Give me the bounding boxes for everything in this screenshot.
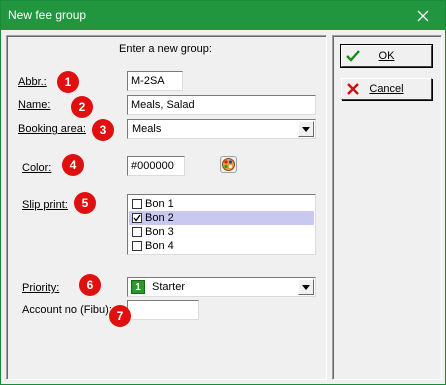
checkbox[interactable]	[132, 227, 142, 237]
callout-badge-1: 1	[57, 71, 79, 93]
checkmark-icon	[133, 214, 141, 222]
checkbox-checked[interactable]	[132, 213, 142, 223]
name-label: Name:	[18, 99, 51, 111]
abbr-input[interactable]: M-2SA	[127, 71, 183, 91]
title-bar: New fee group	[1, 1, 445, 30]
window-title: New fee group	[8, 8, 87, 22]
callout-badge-4: 4	[62, 154, 84, 176]
close-icon	[417, 10, 429, 21]
dropdown-arrow-icon[interactable]	[298, 121, 314, 137]
form-heading: Enter a new group:	[119, 43, 212, 55]
name-input[interactable]: Meals, Salad	[127, 95, 316, 115]
priority-select[interactable]: 1 Starter	[127, 277, 316, 297]
list-item[interactable]: Bon 3	[129, 225, 314, 239]
callout-badge-2: 2	[71, 96, 93, 118]
booking-area-value: Meals	[132, 123, 162, 135]
list-item[interactable]: Bon 2	[129, 211, 314, 225]
booking-area-label: Booking area:	[18, 123, 86, 135]
priority-level-icon: 1	[131, 280, 145, 294]
checkbox[interactable]	[132, 199, 142, 209]
callout-badge-6: 6	[79, 274, 101, 296]
slip-print-label: Slip print:	[22, 199, 68, 211]
account-label: Account no (Fibu):	[22, 304, 112, 316]
ok-button[interactable]: OK	[340, 44, 433, 68]
color-label: Color:	[22, 162, 52, 174]
list-item[interactable]: Bon 1	[129, 197, 314, 211]
account-input[interactable]	[127, 300, 199, 320]
callout-badge-5: 5	[74, 192, 96, 214]
slip-print-list[interactable]: Bon 1 Bon 2 Bon 3 Bon 4	[127, 194, 316, 255]
close-button[interactable]	[401, 1, 445, 30]
callout-badge-7: 7	[109, 305, 131, 327]
priority-label: Priority:	[22, 282, 60, 294]
color-input[interactable]: #000000	[127, 156, 185, 176]
color-picker-button[interactable]	[220, 156, 237, 173]
abbr-label: Abbr.:	[18, 76, 47, 88]
list-item[interactable]: Bon 4	[129, 239, 314, 253]
ok-label: OK	[378, 50, 395, 62]
palette-icon	[222, 158, 235, 171]
cancel-button[interactable]: Cancel	[341, 78, 432, 100]
checkbox[interactable]	[132, 241, 142, 251]
dialog-window: New fee group Enter a new group: Abbr.: …	[0, 0, 446, 385]
cancel-label: Cancel	[369, 83, 404, 95]
booking-area-select[interactable]: Meals	[127, 119, 316, 139]
priority-value: Starter	[152, 281, 186, 293]
dropdown-arrow-icon[interactable]	[298, 279, 314, 295]
callout-badge-3: 3	[92, 119, 114, 141]
